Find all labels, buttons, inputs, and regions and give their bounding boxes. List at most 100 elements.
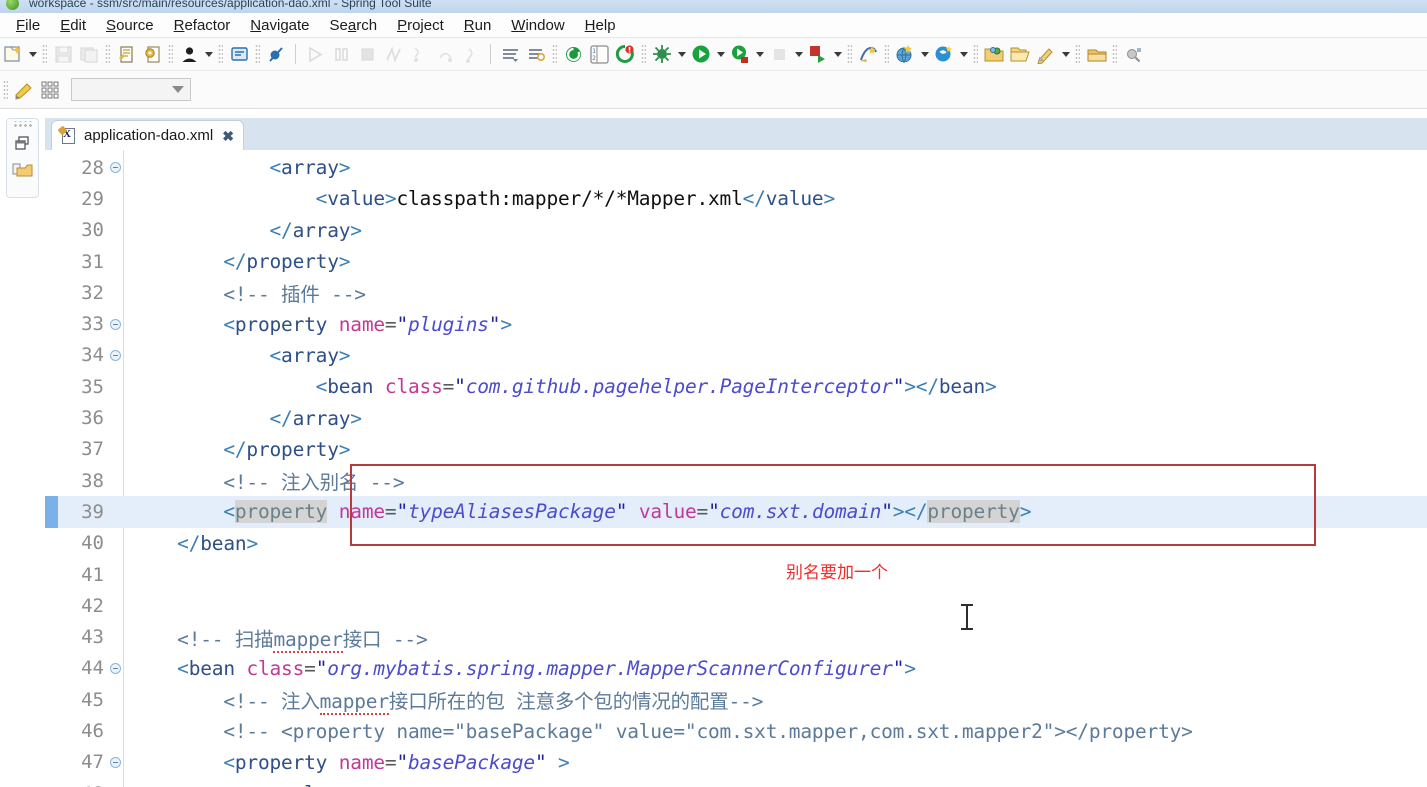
code-line[interactable]: 43 <!-- 扫描mapper接口 --> xyxy=(45,622,1427,653)
open-package-icon[interactable] xyxy=(981,41,1007,67)
refresh-live-icon[interactable] xyxy=(612,41,638,67)
toolbar-grip[interactable] xyxy=(973,44,978,64)
menu-run[interactable]: Run xyxy=(454,15,502,36)
new-wizard-icon[interactable] xyxy=(0,41,26,67)
chevron-down-icon[interactable] xyxy=(202,41,215,67)
toolbar-grip[interactable] xyxy=(1075,44,1080,64)
chevron-down-icon[interactable] xyxy=(792,41,805,67)
new-annotation-icon[interactable] xyxy=(1033,41,1059,67)
code-line[interactable]: 39 <property name="typeAliasesPackage" v… xyxy=(45,496,1427,528)
chevron-down-icon[interactable] xyxy=(1059,41,1072,67)
debug-icon[interactable] xyxy=(649,41,675,67)
chevron-down-icon[interactable] xyxy=(26,41,39,67)
fold-collapse-icon[interactable] xyxy=(107,662,123,674)
code-line[interactable]: 35 <bean class="com.github.pagehelper.Pa… xyxy=(45,371,1427,402)
toolbar-grip[interactable] xyxy=(255,44,260,64)
chevron-down-icon[interactable] xyxy=(918,41,931,67)
new-spring-bean-icon[interactable] xyxy=(139,41,165,67)
menu-edit[interactable]: Edit xyxy=(50,15,96,36)
new-xml-file-icon[interactable] xyxy=(113,41,139,67)
publish-icon[interactable] xyxy=(805,41,831,67)
toolbar-grip[interactable] xyxy=(168,44,173,64)
menu-source[interactable]: Source xyxy=(96,15,164,36)
code-line-text: </array> xyxy=(269,406,362,430)
menu-help[interactable]: Help xyxy=(575,15,626,36)
search-more-icon[interactable] xyxy=(1120,41,1146,67)
code-line[interactable]: 47 <property name="basePackage" > xyxy=(45,747,1427,778)
code-line[interactable]: 32 <!-- 插件 --> xyxy=(45,277,1427,308)
code-line[interactable]: 34 <array> xyxy=(45,340,1427,371)
new-web-project-icon[interactable] xyxy=(892,41,918,67)
close-icon[interactable]: ✖ xyxy=(222,129,234,143)
fold-collapse-icon[interactable] xyxy=(107,756,123,768)
menu-refactor[interactable]: Refactor xyxy=(164,15,241,36)
code-line[interactable]: 36 </array> xyxy=(45,402,1427,433)
open-folder-icon[interactable] xyxy=(1007,41,1033,67)
code-line[interactable]: 37 </property> xyxy=(45,434,1427,465)
toolbar-grip[interactable] xyxy=(3,79,8,100)
run-icon[interactable] xyxy=(688,41,714,67)
perspective-grid-icon[interactable] xyxy=(37,77,63,103)
toolbar-grip[interactable] xyxy=(42,44,47,64)
menu-file[interactable]: File xyxy=(6,15,50,36)
menu-search[interactable]: Search xyxy=(320,15,388,36)
code-line[interactable]: 45 <!-- 注入mapper接口所在的包 注意多个包的情况的配置--> xyxy=(45,684,1427,716)
disconnect-icon xyxy=(380,41,406,67)
new-java-class-icon[interactable] xyxy=(855,41,881,67)
line-number: 29 xyxy=(81,187,104,210)
menubar: File Edit Source Refactor Navigate Searc… xyxy=(0,13,1427,38)
chevron-down-icon[interactable] xyxy=(714,41,727,67)
chevron-down-icon[interactable] xyxy=(753,41,766,67)
chevron-down-icon[interactable] xyxy=(675,41,688,67)
perspective-combo[interactable] xyxy=(71,78,191,101)
code-line[interactable]: 33 <property name="plugins"> xyxy=(45,309,1427,340)
code-line[interactable]: 41 xyxy=(45,559,1427,590)
line-marker xyxy=(45,590,58,621)
fold-collapse-icon[interactable] xyxy=(107,162,123,174)
code-line[interactable]: 42 xyxy=(45,590,1427,621)
menu-window[interactable]: Window xyxy=(501,15,574,36)
skip-breakpoints-icon[interactable] xyxy=(263,41,289,67)
code-line[interactable]: 46 <!-- <property name="basePackage" val… xyxy=(45,715,1427,746)
toolbar-grip[interactable] xyxy=(641,44,646,64)
fold-collapse-icon[interactable] xyxy=(107,349,123,361)
code-line-text: </bean> xyxy=(177,531,258,555)
open-type-icon[interactable] xyxy=(497,41,523,67)
spring-explorer-icon[interactable]: 12 xyxy=(586,41,612,67)
code-line[interactable]: 44 <bean class="org.mybatis.spring.mappe… xyxy=(45,653,1427,684)
person-icon[interactable] xyxy=(176,41,202,67)
toolbar-grip[interactable] xyxy=(1112,44,1117,64)
spring-boot-icon[interactable] xyxy=(931,41,957,67)
code-line[interactable]: 40 </bean> xyxy=(45,528,1427,559)
maven-build-icon[interactable] xyxy=(560,41,586,67)
code-line[interactable]: 38 <!-- 注入别名 --> xyxy=(45,465,1427,496)
chevron-down-icon[interactable] xyxy=(957,41,970,67)
line-marker xyxy=(45,402,58,433)
editor-tab-application-dao-xml[interactable]: X application-dao.xml ✖ xyxy=(51,120,244,150)
code-line[interactable]: 31 </property> xyxy=(45,246,1427,277)
fold-collapse-icon[interactable] xyxy=(107,318,123,330)
quick-access-icon[interactable] xyxy=(11,77,37,103)
menu-navigate[interactable]: Navigate xyxy=(240,15,319,36)
code-editor[interactable]: 28 <array> 29 <value>classpath:mapper/*/*… xyxy=(45,150,1427,787)
console-icon[interactable] xyxy=(226,41,252,67)
open-resource-icon[interactable] xyxy=(523,41,549,67)
package-explorer-icon[interactable] xyxy=(9,157,37,185)
code-line[interactable]: 28 <array> xyxy=(45,152,1427,183)
menu-project[interactable]: Project xyxy=(387,15,454,36)
code-line-text: <!-- 扫描mapper接口 --> xyxy=(177,627,428,653)
restore-view-icon[interactable] xyxy=(9,129,37,157)
toolbar-grip[interactable] xyxy=(847,44,852,64)
code-line[interactable]: 29 <value>classpath:mapper/*/*Mapper.xml… xyxy=(45,183,1427,214)
fastview-drag-handle[interactable] xyxy=(12,121,33,129)
code-line[interactable]: 48 <value> xyxy=(45,778,1427,787)
toolbar-grip[interactable] xyxy=(105,44,110,64)
line-number: 38 xyxy=(81,469,104,492)
code-line[interactable]: 30 </array> xyxy=(45,215,1427,246)
toolbar-grip[interactable] xyxy=(218,44,223,64)
toolbar-grip[interactable] xyxy=(552,44,557,64)
run-server-icon[interactable] xyxy=(727,41,753,67)
chevron-down-icon[interactable] xyxy=(831,41,844,67)
toolbar-grip[interactable] xyxy=(884,44,889,64)
open-task-icon[interactable] xyxy=(1083,41,1109,67)
